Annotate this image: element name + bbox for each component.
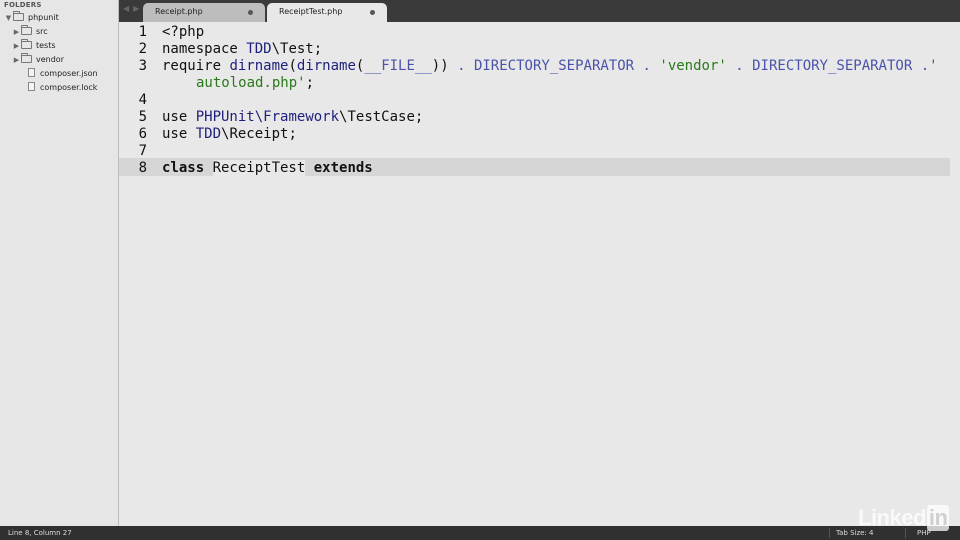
code-token: class: [162, 160, 213, 176]
status-bar: Line 8, Column 27 Tab Size: 4 PHP: [0, 526, 960, 540]
code-token: TDD: [246, 41, 272, 57]
folder-icon: [21, 53, 32, 63]
code-token: ;: [305, 75, 315, 91]
tab-receipttest-php[interactable]: ReceiptTest.php: [267, 3, 387, 22]
line-number: 1: [138, 24, 147, 40]
sidebar: FOLDERS ▼ phpunit ▶ src ▶ tests ▶ vendor com…: [0, 0, 119, 526]
tree-label: phpunit: [28, 13, 59, 22]
code-line-8: class ReceiptTest extends: [162, 160, 373, 176]
tree-label: tests: [36, 41, 56, 50]
code-token: ReceiptTest: [212, 160, 306, 176]
code-token: 'vendor': [659, 58, 727, 74]
tree-label: composer.json: [40, 69, 98, 78]
code-token: .: [726, 58, 753, 74]
code-token: (: [288, 58, 297, 74]
code-line-6: use TDD\Receipt;: [162, 126, 297, 142]
expanded-arrow-icon[interactable]: ▼: [4, 11, 13, 25]
folder-icon: [21, 25, 32, 35]
code-line-5: use PHPUnit\Framework\TestCase;: [162, 109, 423, 125]
code-token: \TestCase;: [339, 109, 424, 125]
line-number: 8: [138, 160, 147, 176]
code-token: use: [162, 126, 196, 142]
line-number: 4: [138, 92, 147, 108]
code-token: use: [162, 109, 196, 125]
code-token: extends: [305, 160, 373, 176]
watermark-text: Linked: [858, 505, 926, 530]
vertical-scrollbar[interactable]: [950, 22, 960, 526]
code-token: \Test;: [271, 41, 323, 57]
line-number: 3: [138, 58, 147, 74]
code-token: autoload.php': [196, 75, 306, 91]
folder-open-icon: [13, 11, 24, 21]
code-token: __FILE__: [364, 58, 432, 74]
tab-receipt-php[interactable]: Receipt.php: [143, 3, 265, 22]
tree-file-composer-lock[interactable]: composer.lock: [28, 81, 97, 95]
collapsed-arrow-icon[interactable]: ▶: [12, 53, 21, 67]
tree-folder-vendor[interactable]: ▶ vendor: [12, 53, 64, 67]
code-token: )): [431, 58, 458, 74]
tree-label: composer.lock: [40, 83, 98, 92]
code-token: namespace: [162, 41, 247, 57]
tree-folder-phpunit[interactable]: ▼ phpunit: [4, 11, 59, 25]
tree-label: vendor: [36, 55, 64, 64]
linkedin-watermark-logo: Linked in: [858, 505, 950, 531]
collapsed-arrow-icon[interactable]: ▶: [12, 25, 21, 39]
line-number: 7: [138, 143, 147, 159]
code-token: dirname: [229, 58, 289, 74]
code-token: <?php: [162, 24, 205, 40]
code-token: ': [929, 58, 938, 74]
code-token: .: [457, 58, 474, 74]
code-line-3: require dirname(dirname(__FILE__)) . DIR…: [162, 58, 938, 74]
code-token: require: [162, 58, 230, 74]
code-token: \Receipt;: [221, 126, 297, 142]
code-token: .: [634, 58, 660, 74]
code-token: DIRECTORY_SEPARATOR: [752, 58, 913, 74]
code-token: .: [912, 58, 930, 74]
code-line-2: namespace TDD\Test;: [162, 41, 322, 57]
tab-nav-arrows-icon[interactable]: ◀▶: [123, 4, 143, 13]
line-number: 5: [138, 109, 147, 125]
tree-folder-src[interactable]: ▶ src: [12, 25, 48, 39]
watermark-in-box: in: [926, 505, 950, 531]
tab-close-icon[interactable]: [370, 10, 375, 15]
code-token: \: [254, 109, 264, 125]
tree-file-composer-json[interactable]: composer.json: [28, 67, 98, 81]
status-divider: [829, 528, 830, 538]
folders-header: FOLDERS: [4, 1, 42, 9]
code-token: dirname: [296, 58, 356, 74]
code-token: DIRECTORY_SEPARATOR: [473, 58, 635, 74]
tree-folder-tests[interactable]: ▶ tests: [12, 39, 56, 53]
line-number: 6: [138, 126, 147, 142]
code-editor[interactable]: 1 2 3 4 5 6 7 8 <?php namespace TDD\Test…: [119, 22, 950, 526]
code-line-1: <?php: [162, 24, 204, 40]
file-icon: [28, 68, 35, 77]
tree-label: src: [36, 27, 48, 36]
line-number: 2: [138, 41, 147, 57]
code-token: PHPUnit: [195, 109, 255, 125]
code-token: Framework: [263, 109, 340, 125]
tab-bar: ◀▶ Receipt.php ReceiptTest.php: [119, 0, 960, 22]
tab-close-icon[interactable]: [248, 10, 253, 15]
cursor-position: Line 8, Column 27: [8, 529, 72, 537]
tab-label: Receipt.php: [155, 7, 203, 16]
code-token: TDD: [195, 126, 222, 142]
collapsed-arrow-icon[interactable]: ▶: [12, 39, 21, 53]
file-icon: [28, 82, 35, 91]
code-line-3-wrap: autoload.php';: [196, 75, 314, 91]
tab-label: ReceiptTest.php: [279, 7, 343, 16]
folder-icon: [21, 39, 32, 49]
